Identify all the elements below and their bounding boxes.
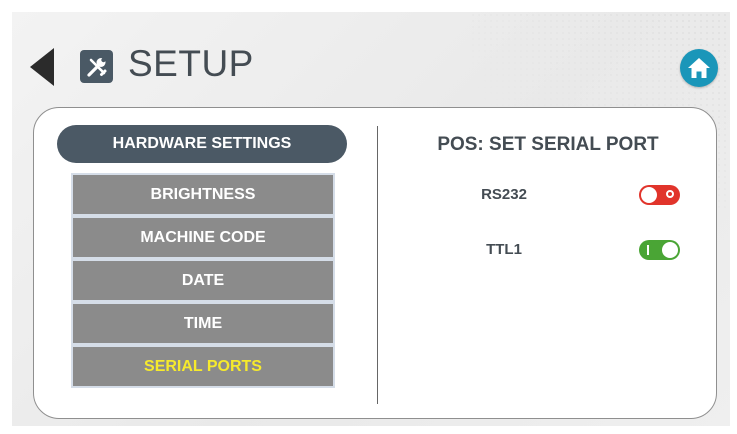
menu-item-time[interactable]: TIME	[73, 304, 333, 343]
port-label: RS232	[481, 186, 527, 203]
toggle-on-icon	[647, 245, 649, 255]
menu-item-machine-code[interactable]: MACHINE CODE	[73, 218, 333, 257]
home-button[interactable]	[680, 49, 718, 87]
settings-menu: BRIGHTNESS MACHINE CODE DATE TIME SERIAL…	[73, 175, 333, 390]
menu-item-brightness[interactable]: BRIGHTNESS	[73, 175, 333, 214]
back-button[interactable]	[30, 48, 54, 86]
ttl1-toggle[interactable]	[639, 240, 680, 260]
setup-screen: SETUP HARDWARE SETTINGS BRIGHTNESS MACHI…	[12, 12, 730, 426]
toggle-knob	[662, 242, 678, 258]
toggle-off-icon	[666, 190, 674, 198]
settings-panel: HARDWARE SETTINGS BRIGHTNESS MACHINE COD…	[33, 107, 717, 419]
page-title: SETUP	[128, 43, 254, 84]
menu-item-date[interactable]: DATE	[73, 261, 333, 300]
port-label: TTL1	[486, 241, 522, 258]
back-arrow-icon	[30, 48, 54, 86]
tools-icon	[80, 50, 113, 83]
serial-port-title: POS: SET SERIAL PORT	[437, 134, 659, 155]
toggle-knob	[641, 187, 657, 203]
hardware-settings-header: HARDWARE SETTINGS	[57, 125, 347, 163]
menu-item-serial-ports[interactable]: SERIAL PORTS	[73, 347, 333, 386]
home-icon	[688, 58, 710, 78]
rs232-toggle[interactable]	[639, 185, 680, 205]
panel-divider	[377, 126, 378, 404]
